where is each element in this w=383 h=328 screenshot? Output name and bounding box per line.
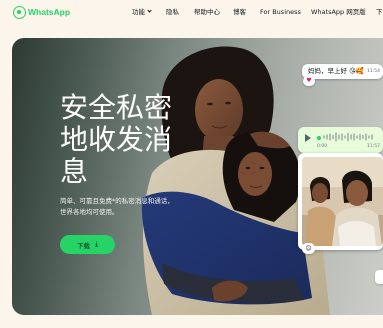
top-navigation-bar: WhatsApp 功能 隐私 帮助中心 博客 For Business What… [0,0,383,26]
nav-privacy[interactable]: 隐私 [166,7,179,17]
shared-photo-image [302,157,383,246]
heart-reaction-icon: ♥ [303,76,315,86]
play-icon[interactable] [305,134,311,142]
download-icon: ⤓ [94,240,99,248]
voice-progress-dot[interactable] [317,136,321,140]
side-panel-tab[interactable] [375,270,383,284]
chat-message-text: 妈妈，早上好 😘🥰 [308,67,364,75]
hero-title: 安全私密地收发消息 [60,91,173,188]
nav-for-business[interactable]: For Business [260,7,301,17]
nav-features-label: 功能 [132,8,145,16]
nav-whatsapp-web[interactable]: WhatsApp 网页版 [311,7,366,17]
shared-photo [302,157,383,246]
nav-help-center[interactable]: 帮助中心 [194,7,220,17]
nav-blog[interactable]: 博客 [233,7,246,17]
photo-message-card [298,153,383,250]
hero-subtitle: 简单、可靠且免费*的私密消息和通话，世界各地均可使用。 [60,197,174,216]
chat-message-bubble: 妈妈，早上好 😘🥰 11:54 [302,64,383,79]
waveform-icon [323,132,373,142]
voice-message-bubble: 0:00 11:57 [298,127,383,153]
nav-download[interactable]: 下 [376,7,383,17]
voice-duration: 0:00 [317,144,328,149]
voice-timestamp: 11:57 [367,144,380,149]
download-button[interactable]: 下载 ⤓ [60,235,115,254]
download-button-label: 下载 [76,241,90,250]
nav-features[interactable]: 功能 [132,7,152,17]
emoji-reaction-icon: 😊 [302,243,315,254]
main-nav: 功能 隐私 帮助中心 博客 For Business WhatsApp 网页版 … [0,7,383,19]
chat-message-time: 11:54 [367,69,380,74]
chevron-down-icon [147,8,152,13]
